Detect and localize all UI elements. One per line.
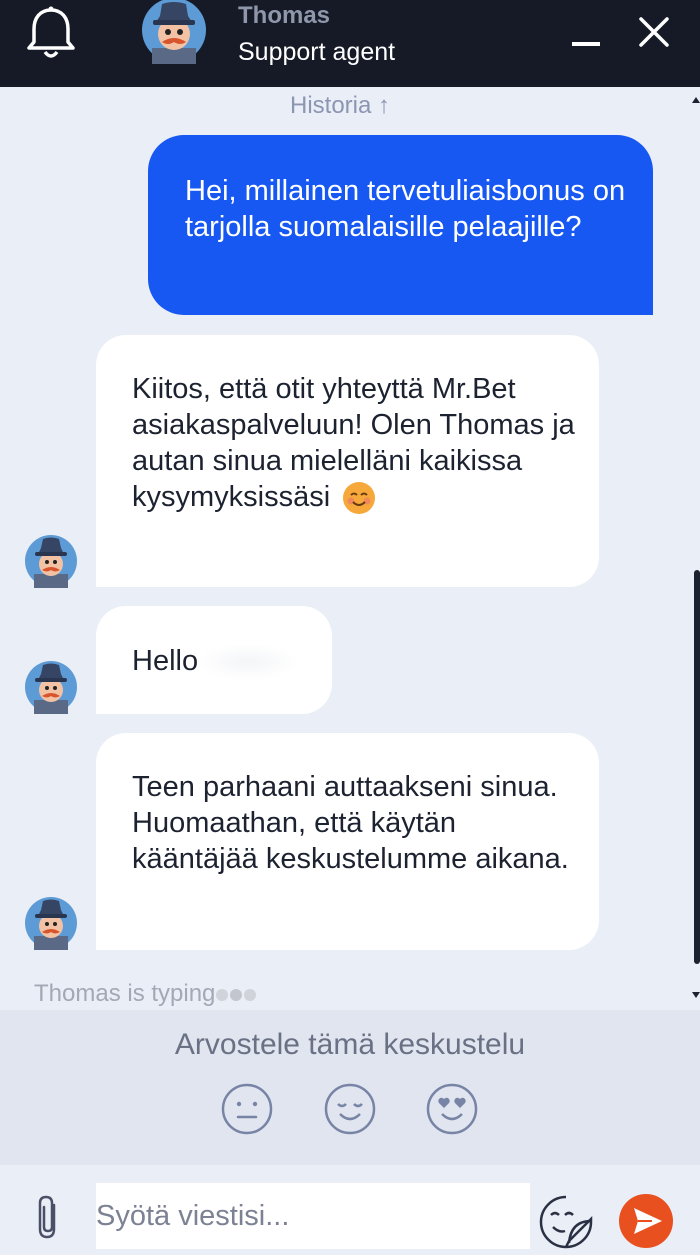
agent-name: Thomas bbox=[238, 2, 331, 29]
heart-eyes-face-icon[interactable] bbox=[425, 1082, 479, 1136]
agent-avatar bbox=[25, 535, 77, 588]
typing-indicator: Thomas is typing bbox=[34, 980, 259, 1008]
agent-message: Hello bbox=[96, 606, 332, 714]
close-icon[interactable] bbox=[634, 14, 674, 54]
message-composer bbox=[0, 1165, 700, 1255]
typing-text: Thomas is typing bbox=[34, 980, 216, 1007]
typing-dots-icon bbox=[216, 988, 257, 1001]
message-input[interactable] bbox=[96, 1183, 530, 1249]
agent-role: Support agent bbox=[238, 38, 396, 66]
sticker-icon[interactable] bbox=[537, 1193, 595, 1251]
rating-title: Arvostele tämä keskustelu bbox=[174, 1028, 526, 1061]
paperclip-icon[interactable] bbox=[28, 1193, 68, 1243]
history-link[interactable]: Historia ↑ bbox=[0, 92, 680, 120]
scrollbar-thumb[interactable] bbox=[694, 570, 700, 964]
agent-message: Teen parhaani auttaakseni sinua. Huomaat… bbox=[96, 733, 599, 950]
agent-avatar bbox=[25, 661, 77, 714]
bell-icon[interactable] bbox=[24, 4, 78, 62]
message-text: Hei, millainen tervetuliaisbonus on tarj… bbox=[185, 175, 626, 243]
agent-message: Kiitos, että otit yhteyttä Mr.Bet asiaka… bbox=[96, 335, 599, 587]
smiling-face-icon[interactable] bbox=[323, 1082, 377, 1136]
message-text: Teen parhaani auttaakseni sinua. Huomaat… bbox=[132, 771, 569, 875]
smiling-face-emoji bbox=[343, 482, 376, 515]
scroll-up-arrow-icon[interactable] bbox=[692, 95, 700, 103]
redacted-name bbox=[200, 645, 297, 680]
agent-avatar bbox=[142, 0, 206, 64]
message-text: Hello bbox=[132, 645, 199, 677]
minimize-icon[interactable] bbox=[568, 24, 608, 64]
chat-messages[interactable]: Historia ↑ Hei, millainen tervetuliaisbo… bbox=[0, 87, 700, 1010]
chat-header: Thomas Support agent bbox=[0, 0, 700, 87]
scroll-down-arrow-icon[interactable] bbox=[692, 992, 700, 1000]
neutral-face-icon[interactable] bbox=[220, 1082, 274, 1136]
send-icon[interactable] bbox=[618, 1193, 674, 1249]
rating-panel: Arvostele tämä keskustelu bbox=[0, 1010, 700, 1165]
agent-avatar bbox=[25, 897, 77, 950]
user-message: Hei, millainen tervetuliaisbonus on tarj… bbox=[148, 135, 653, 315]
